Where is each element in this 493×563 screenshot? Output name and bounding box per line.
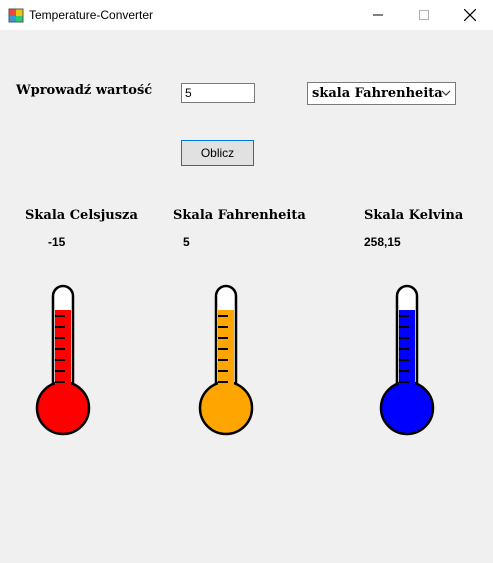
value-input[interactable] (181, 83, 255, 103)
close-button[interactable] (447, 0, 493, 30)
maximize-icon (419, 10, 429, 20)
celsius-thermometer-icon (35, 284, 91, 436)
window-title: Temperature-Converter (29, 8, 154, 22)
fahrenheit-label: Skala Fahrenheita (173, 208, 306, 223)
scale-dropdown-value: skala Fahrenheita (312, 86, 443, 101)
title-bar: Temperature-Converter (0, 0, 493, 30)
scale-dropdown[interactable]: skala Fahrenheita (307, 82, 456, 105)
kelvin-value: 258,15 (364, 235, 401, 249)
fahrenheit-value: 5 (183, 235, 190, 249)
fahrenheit-thermometer-icon (198, 284, 254, 436)
minimize-icon (373, 14, 383, 16)
minimize-button[interactable] (355, 0, 401, 30)
input-label: Wprowadź wartość (16, 83, 153, 98)
kelvin-thermometer-icon (379, 284, 435, 436)
chevron-down-icon (441, 90, 451, 96)
close-icon (464, 9, 476, 21)
celsius-label: Skala Celsjusza (25, 208, 138, 223)
app-icon (8, 8, 24, 23)
calculate-button[interactable]: Oblicz (181, 140, 254, 166)
kelvin-label: Skala Kelvina (364, 208, 464, 223)
maximize-button[interactable] (401, 0, 447, 30)
celsius-value: -15 (48, 235, 66, 249)
